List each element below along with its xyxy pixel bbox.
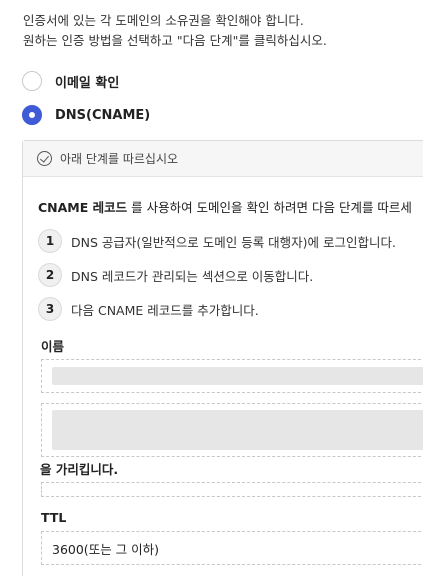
step-text: 다음 CNAME 레코드를 추가합니다. xyxy=(71,302,259,318)
description-rest: 를 사용하여 도메인을 확인 하려면 다음 단계를 따르세 xyxy=(127,200,412,215)
email-radio[interactable] xyxy=(22,71,42,91)
step-3: 3 다음 CNAME 레코드를 추가합니다. xyxy=(38,297,259,321)
email-radio-label[interactable]: 이메일 확인 xyxy=(55,72,119,91)
intro-line-1: 인증서에 있는 각 도메인의 소유권을 확인해야 합니다. xyxy=(23,13,304,28)
check-circle-icon xyxy=(37,151,52,166)
step-1: 1 DNS 공급자(일반적으로 도메인 등록 대행자)에 로그인합니다. xyxy=(38,229,396,253)
method-option-dns[interactable]: DNS(CNAME) xyxy=(22,104,150,126)
step-text: DNS 공급자(일반적으로 도메인 등록 대행자)에 로그인합니다. xyxy=(71,234,397,250)
panel-header: 아래 단계를 따르십시오 xyxy=(23,141,423,177)
description-bold: CNAME 레코드 xyxy=(38,200,128,215)
step-number: 3 xyxy=(38,297,62,321)
panel-description: CNAME 레코드 를 사용하여 도메인을 확인 하려면 다음 단계를 따르세 xyxy=(38,197,412,216)
ttl-value: 3600(또는 그 이하) xyxy=(52,541,160,557)
method-option-email[interactable]: 이메일 확인 xyxy=(22,70,119,92)
step-2: 2 DNS 레코드가 관리되는 섹션으로 이동합니다. xyxy=(38,263,313,287)
instructions-panel: 아래 단계를 따르십시오 CNAME 레코드 를 사용하여 도메인을 확인 하려… xyxy=(22,140,423,576)
redacted-name-value xyxy=(52,367,423,385)
step-text: DNS 레코드가 관리되는 섹션으로 이동합니다. xyxy=(71,268,314,284)
name-label: 이름 xyxy=(41,339,65,354)
name-value-field[interactable] xyxy=(41,359,423,393)
ttl-value-field[interactable]: 3600(또는 그 이하) xyxy=(41,531,423,565)
points-to-value-field[interactable] xyxy=(41,482,423,497)
intro-line-2: 원하는 인증 방법을 선택하고 "다음 단계"를 클릭하십시오. xyxy=(23,33,327,48)
ttl-label: TTL xyxy=(41,510,67,525)
dns-radio[interactable] xyxy=(22,105,42,125)
points-to-label: 을 가리킵니다. xyxy=(40,462,119,477)
redacted-target-value xyxy=(52,410,423,450)
target-value-field[interactable] xyxy=(41,403,423,457)
dns-radio-label[interactable]: DNS(CNAME) xyxy=(55,108,150,123)
step-number: 1 xyxy=(38,229,62,253)
step-number: 2 xyxy=(38,263,62,287)
intro-text: 인증서에 있는 각 도메인의 소유권을 확인해야 합니다. 원하는 인증 방법을… xyxy=(23,11,327,51)
panel-header-title: 아래 단계를 따르십시오 xyxy=(60,152,179,166)
